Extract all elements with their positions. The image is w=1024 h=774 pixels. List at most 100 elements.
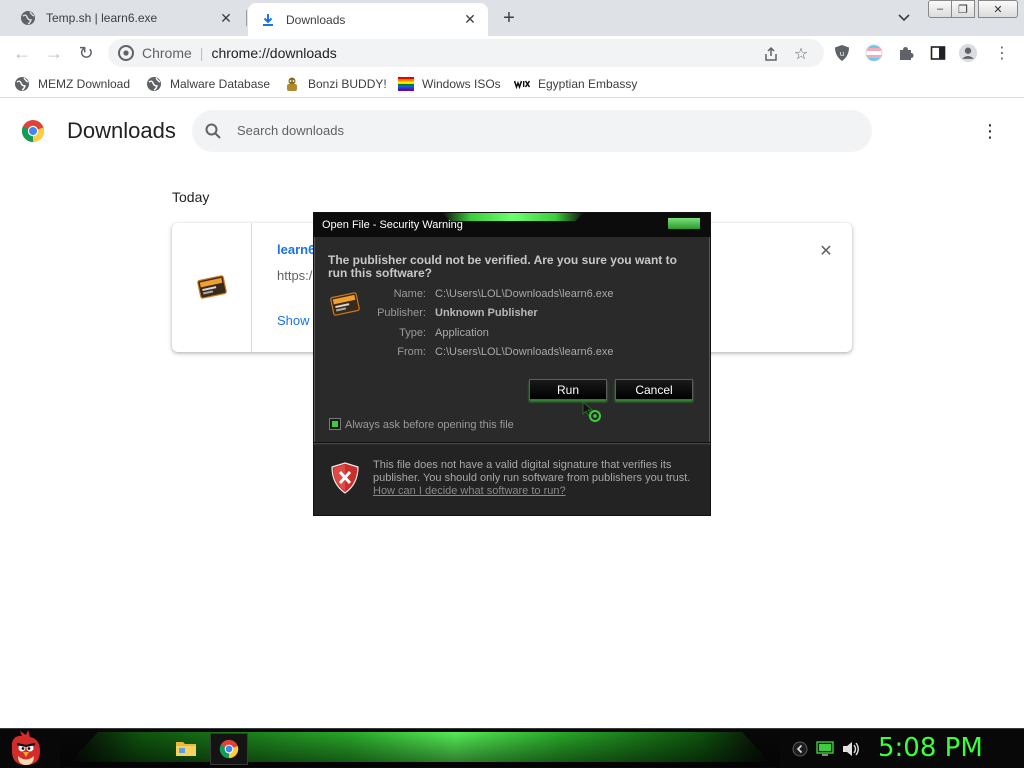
dialog-divider [314,442,710,444]
downloads-header: Downloads Search downloads ⋮ [0,99,1024,161]
reload-button[interactable]: ↻ [73,40,99,66]
download-file-name-link[interactable]: learn6 [277,242,315,257]
omnibox-site-label: Chrome [142,45,192,61]
window-minimize-button[interactable]: – [928,0,952,18]
tray-network-monitor-icon[interactable] [816,741,834,757]
close-tab-icon[interactable]: ✕ [216,8,236,28]
new-tab-button[interactable]: + [496,6,522,30]
run-button[interactable]: Run [529,379,607,400]
always-ask-label[interactable]: Always ask before opening this file [345,419,514,431]
search-icon [204,122,222,140]
help-link[interactable]: How can I decide what software to run? [373,485,566,497]
dialog-close-button[interactable] [667,217,701,230]
address-bar[interactable]: Chrome | chrome://downloads ☆ [108,39,824,67]
globe-icon [14,76,30,92]
tray-show-hidden-icon[interactable] [792,741,808,757]
field-from-row: From: C:\Users\LOL\Downloads\learn6.exe [314,346,710,360]
bookmark-malware-database[interactable]: Malware Database [146,75,270,93]
downloads-menu-button[interactable]: ⋮ [980,119,1000,143]
bookmark-label: Egyptian Embassy [538,77,638,91]
omnibox-separator: | [199,45,204,61]
dialog-question: The publisher could not be verified. Are… [328,253,677,280]
cancel-button[interactable]: Cancel [615,379,693,400]
back-button[interactable]: ← [9,40,35,66]
dialog-title: Open File - Security Warning [322,219,463,231]
svg-text:u: u [840,50,844,58]
field-type-row: Type: Application [314,327,710,341]
trans-flag-extension-icon[interactable] [864,43,884,63]
chrome-logo-icon [21,119,45,143]
field-key: Publisher: [377,307,426,319]
security-warning-dialog: Open File - Security Warning The publish… [313,212,711,516]
extensions-puzzle-icon[interactable] [896,43,916,63]
download-icon [260,12,276,28]
field-key: Type: [399,327,426,339]
field-publisher-row: Publisher: Unknown Publisher [314,307,710,321]
globe-icon [146,76,162,92]
field-value: C:\Users\LOL\Downloads\learn6.exe [435,346,614,358]
search-downloads-input[interactable]: Search downloads [192,110,872,152]
show-in-folder-link[interactable]: Show [277,313,310,328]
bookmarks-bar: MEMZ Download Malware Database Bonzi BUD… [0,70,1024,98]
always-ask-checkbox[interactable] [329,418,341,430]
tab-strip: Temp.sh | learn6.exe ✕ Downloads ✕ + – ❐… [0,0,1024,36]
profile-avatar-icon[interactable] [958,43,978,63]
bookmark-label: Windows ISOs [422,77,501,91]
search-placeholder: Search downloads [237,123,344,138]
window-close-button[interactable]: ✕ [978,0,1018,18]
date-section-label: Today [172,189,210,205]
globe-icon [20,10,36,26]
bookmark-memz-download[interactable]: MEMZ Download [14,75,130,93]
bookmark-bonzi-buddy[interactable]: Bonzi BUDDY! [284,75,387,93]
taskbar-clock[interactable]: 5:08 PM [878,733,1018,763]
window-maximize-button[interactable]: ❐ [951,0,975,18]
bonzi-icon [284,76,300,92]
omnibox-url: chrome://downloads [211,45,337,61]
ublock-shield-icon[interactable]: u [832,43,852,63]
titlebar-glow [442,213,584,221]
start-button-angry-bird-icon[interactable] [6,729,46,769]
page-title: Downloads [67,118,176,143]
dialog-titlebar[interactable]: Open File - Security Warning [314,213,710,237]
bookmark-label: Bonzi BUDDY! [308,77,387,91]
tab-downloads[interactable]: Downloads ✕ [248,3,488,36]
busy-cursor-icon [582,401,604,423]
bookmark-star-icon[interactable]: ☆ [792,45,810,63]
wix-icon [514,76,530,92]
browser-toolbar: ← → ↻ Chrome | chrome://downloads ☆ u ⋮ [0,36,1024,70]
file-explorer-folder-icon[interactable] [175,738,197,758]
bookmark-egyptian-embassy[interactable]: Egyptian Embassy [514,75,637,93]
tray-volume-icon[interactable] [842,741,860,757]
download-item-icon-area [172,223,252,352]
tab-temp-sh[interactable]: Temp.sh | learn6.exe ✕ [8,2,244,34]
browser-menu-button[interactable]: ⋮ [992,43,1012,63]
field-key: From: [397,346,426,358]
tab-title: Temp.sh | learn6.exe [46,11,158,25]
share-icon[interactable] [762,45,780,63]
taskbar-groove [60,730,780,767]
tab-separator [246,10,247,26]
signature-warning-text: This file does not have a valid digital … [373,459,691,484]
tab-title: Downloads [286,12,346,27]
dialog-footer: This file does not have a valid digital … [314,445,710,515]
field-value: Unknown Publisher [435,307,538,319]
side-panel-icon[interactable] [928,43,948,63]
taskbar-chrome-icon[interactable] [210,733,248,765]
rainbow-flag-icon [398,76,414,92]
chrome-site-icon [118,45,134,61]
bookmark-windows-isos[interactable]: Windows ISOs [398,75,501,93]
field-name-row: Name: C:\Users\LOL\Downloads\learn6.exe [314,288,710,302]
download-source-url[interactable]: https:/ [277,268,312,283]
close-tab-icon[interactable]: ✕ [460,10,480,30]
taskbar: 5:08 PM [0,728,1024,768]
exe-file-icon [196,273,228,301]
forward-button[interactable]: → [41,40,67,66]
bookmark-label: MEMZ Download [38,77,131,91]
bookmark-label: Malware Database [170,77,271,91]
tab-search-chevron-icon[interactable] [892,8,916,28]
remove-download-button[interactable]: ✕ [816,241,836,261]
shield-warning-icon [331,462,359,494]
field-key: Name: [393,288,426,300]
field-value: C:\Users\LOL\Downloads\learn6.exe [435,288,614,300]
field-value: Application [435,327,489,339]
